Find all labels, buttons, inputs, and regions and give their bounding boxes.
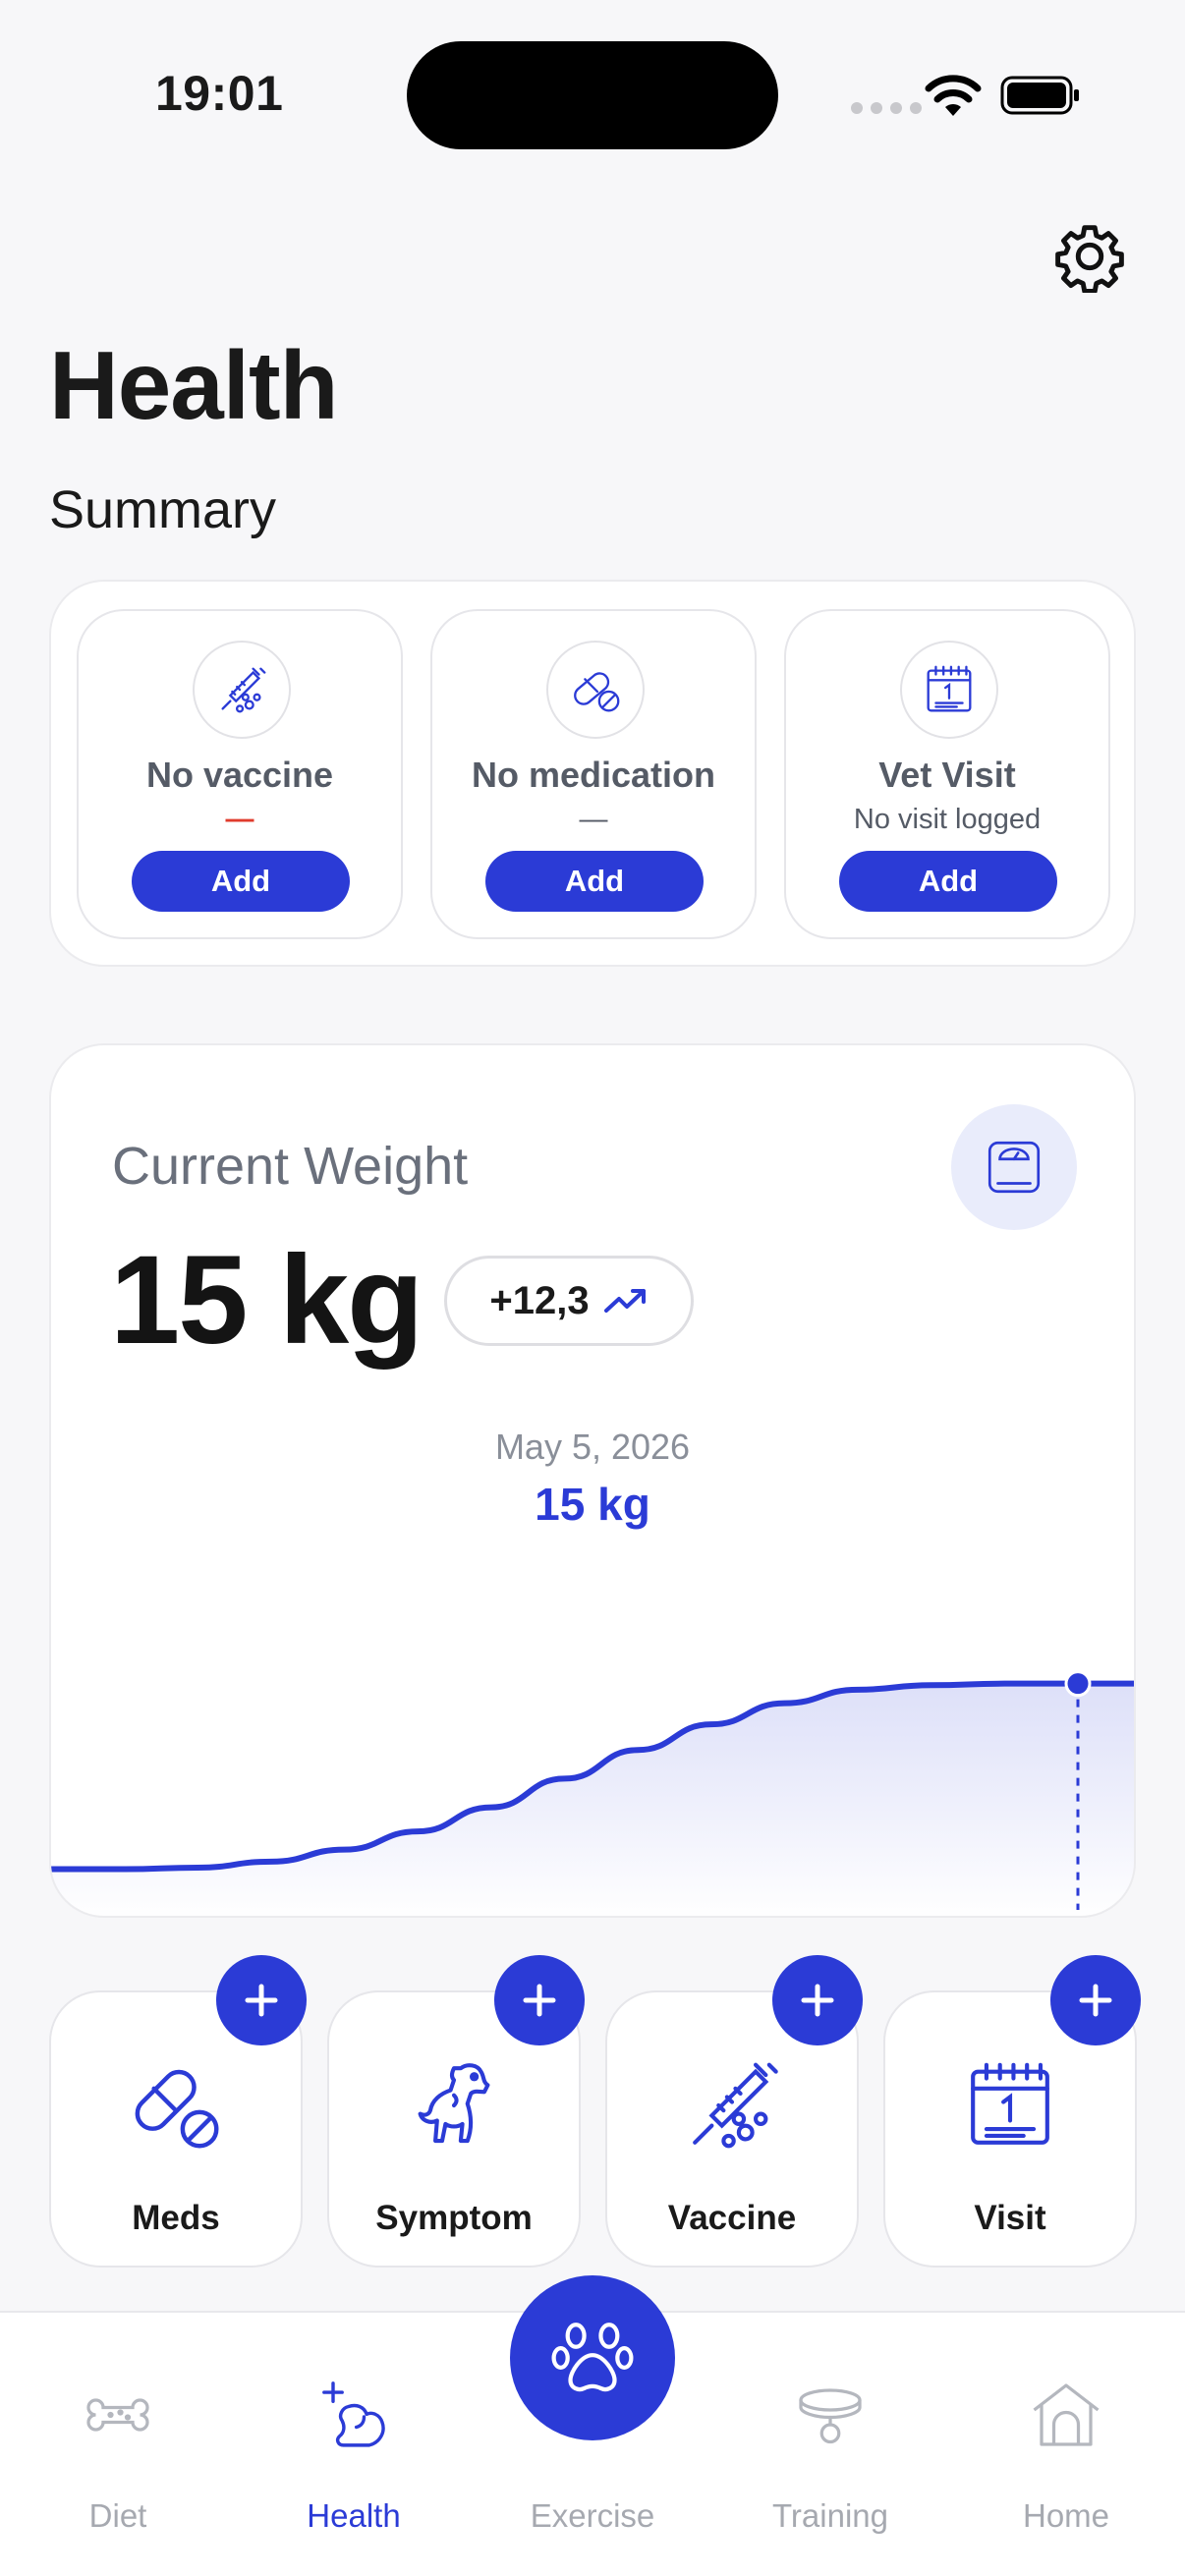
add-visit-plus-button[interactable] bbox=[1050, 1955, 1141, 2045]
add-vaccine-button[interactable]: Add bbox=[132, 851, 350, 912]
tab-health[interactable]: Health bbox=[255, 2362, 452, 2534]
exercise-paw-button[interactable] bbox=[510, 2275, 675, 2440]
trend-up-icon bbox=[603, 1289, 646, 1313]
summary-title: No vaccine bbox=[145, 755, 334, 795]
weight-value: 15 kg bbox=[110, 1230, 423, 1371]
bone-icon bbox=[86, 2398, 149, 2432]
pill-icon bbox=[546, 641, 645, 739]
status-time: 19:01 bbox=[155, 66, 284, 121]
page-title: Health bbox=[49, 331, 339, 439]
battery-icon bbox=[1000, 76, 1079, 115]
tab-diet[interactable]: Diet bbox=[20, 2362, 216, 2534]
chart-selected-value: 15 kg bbox=[535, 1479, 650, 1530]
tab-home[interactable]: Home bbox=[968, 2362, 1164, 2534]
summary-title: No medication bbox=[471, 755, 716, 795]
add-vet-visit-button[interactable]: Add bbox=[839, 851, 1057, 912]
house-icon bbox=[1033, 2383, 1100, 2446]
settings-gear-icon[interactable] bbox=[1053, 220, 1126, 293]
calendar-icon bbox=[900, 641, 998, 739]
summary-vaccine: No vaccine — Add bbox=[77, 609, 403, 939]
health-dog-icon bbox=[322, 2381, 385, 2447]
quick-add-label: Symptom bbox=[375, 2199, 533, 2237]
summary-subtitle: — bbox=[579, 804, 608, 835]
calendar-icon bbox=[971, 2062, 1049, 2145]
vaccine-icon bbox=[193, 641, 291, 739]
weight-card: Current Weight 15 kg +12,3 May 5, 2026 1… bbox=[49, 1043, 1136, 1918]
add-medication-button[interactable]: Add bbox=[485, 851, 704, 912]
summary-card: No vaccine — Add No medication — Add Vet… bbox=[49, 580, 1136, 967]
collar-icon bbox=[799, 2388, 862, 2444]
paw-icon bbox=[551, 2323, 634, 2392]
weigh-scale-button[interactable] bbox=[951, 1104, 1077, 1230]
summary-heading: Summary bbox=[49, 480, 277, 539]
quick-add-label: Visit bbox=[974, 2199, 1046, 2237]
summary-medication: No medication — Add bbox=[430, 609, 757, 939]
tab-label: Exercise bbox=[530, 2497, 655, 2534]
vaccine-icon bbox=[693, 2062, 778, 2149]
plus-icon bbox=[245, 1984, 278, 2017]
weight-label: Current Weight bbox=[112, 1137, 469, 1196]
weight-change-value: +12,3 bbox=[489, 1278, 590, 1322]
add-vaccine-plus-button[interactable] bbox=[772, 1955, 863, 2045]
dog-icon bbox=[418, 2063, 490, 2144]
summary-subtitle: No visit logged bbox=[853, 804, 1042, 835]
quick-add-label: Meds bbox=[132, 2199, 220, 2237]
cellular-signal-icon bbox=[851, 102, 922, 114]
scale-icon bbox=[988, 1141, 1041, 1194]
summary-subtitle: — bbox=[225, 804, 254, 835]
plus-icon bbox=[801, 1984, 834, 2017]
tab-label: Diet bbox=[88, 2497, 147, 2534]
tab-label: Health bbox=[307, 2497, 401, 2534]
weight-chart[interactable] bbox=[51, 1556, 1136, 1918]
tab-label: Training bbox=[772, 2497, 888, 2534]
dynamic-island bbox=[407, 41, 778, 149]
add-meds-plus-button[interactable] bbox=[216, 1955, 307, 2045]
add-symptom-plus-button[interactable] bbox=[494, 1955, 585, 2045]
tab-training[interactable]: Training bbox=[732, 2362, 929, 2534]
wifi-icon bbox=[925, 75, 982, 116]
chart-area bbox=[51, 1683, 1134, 1916]
tab-label: Home bbox=[1022, 2497, 1110, 2534]
chart-selected-date: May 5, 2026 bbox=[494, 1427, 691, 1467]
plus-icon bbox=[523, 1984, 556, 2017]
summary-title: Vet Visit bbox=[878, 755, 1016, 795]
quick-add-label: Vaccine bbox=[667, 2199, 797, 2237]
chart-selected-point bbox=[1064, 1670, 1092, 1698]
plus-icon bbox=[1079, 1984, 1112, 2017]
pill-icon bbox=[135, 2069, 219, 2149]
weight-change-badge: +12,3 bbox=[444, 1256, 694, 1346]
summary-vet-visit: Vet Visit No visit logged Add bbox=[784, 609, 1110, 939]
